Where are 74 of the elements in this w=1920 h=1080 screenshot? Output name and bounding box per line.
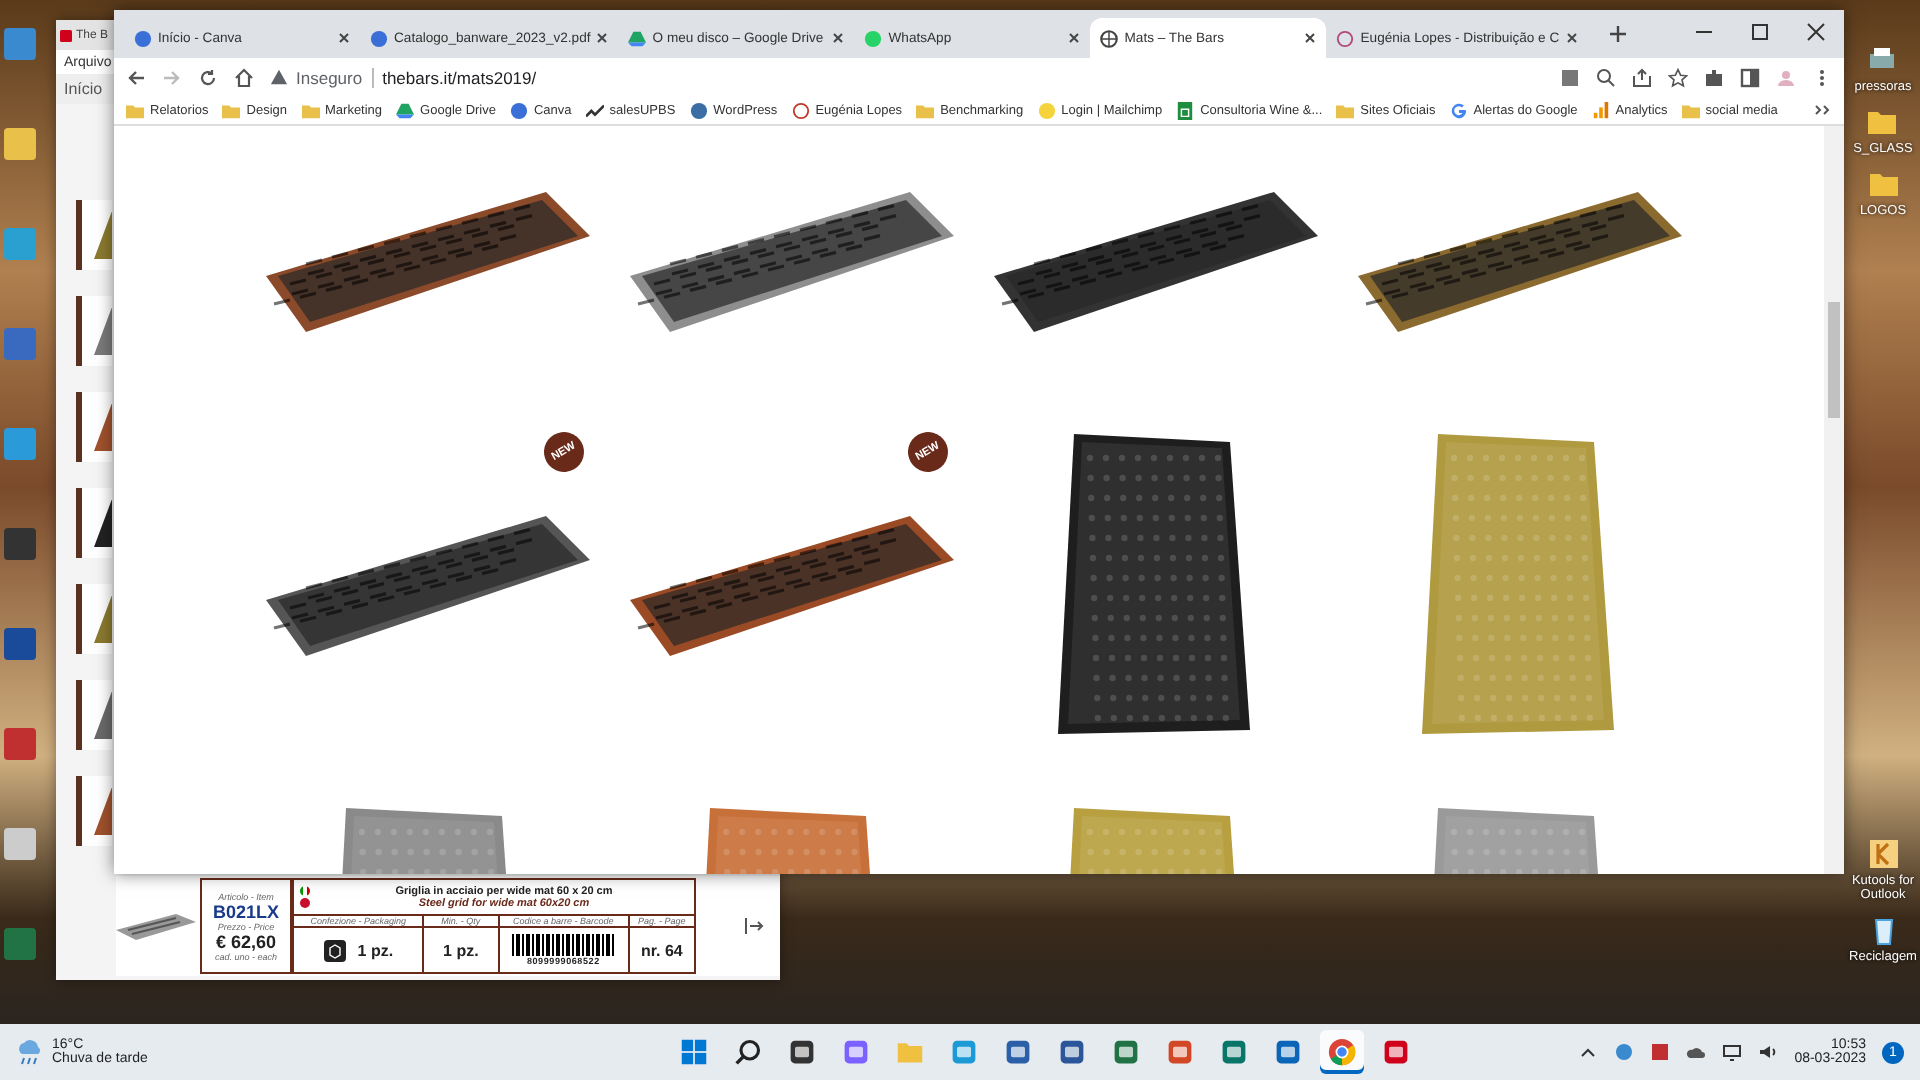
- app-icon[interactable]: [1112, 1038, 1140, 1066]
- speaker-icon[interactable]: [1758, 1042, 1779, 1062]
- tray-app-icon[interactable]: [1650, 1042, 1671, 1062]
- steel-grid-drawing: [116, 910, 196, 942]
- start-icon[interactable]: [680, 1038, 708, 1066]
- address-field[interactable]: thebars.it/mats2019/: [382, 67, 537, 87]
- app-icon[interactable]: [1058, 1038, 1086, 1066]
- circle-logo-icon: [134, 29, 152, 47]
- page-thumbnail[interactable]: [76, 488, 112, 558]
- rain-cloud-icon[interactable]: [16, 1038, 44, 1066]
- close-icon[interactable]: [1068, 32, 1081, 44]
- close-icon[interactable]: [832, 32, 845, 44]
- chevron-icon[interactable]: [1812, 100, 1832, 120]
- page-thumbnail[interactable]: [76, 392, 112, 462]
- side-panel-icon[interactable]: [1740, 67, 1760, 87]
- puzzle-icon[interactable]: [1704, 67, 1724, 87]
- app-icon[interactable]: [1274, 1038, 1302, 1066]
- page-thumbnail[interactable]: [76, 584, 112, 654]
- close-icon[interactable]: [596, 32, 609, 44]
- column-value: 1 pz.: [443, 941, 479, 959]
- triangle-icon: [628, 29, 647, 47]
- sheet-icon: [1176, 101, 1195, 119]
- security-label[interactable]: Inseguro: [296, 67, 375, 87]
- page-thumbnail[interactable]: [76, 680, 112, 750]
- search-icon[interactable]: [734, 1038, 762, 1066]
- back-icon[interactable]: [126, 67, 146, 87]
- column-value: nr. 64: [640, 941, 683, 959]
- triangle-icon: [396, 101, 415, 119]
- close-icon[interactable]: [1565, 32, 1578, 44]
- zoom-icon[interactable]: [1596, 67, 1616, 87]
- home-icon[interactable]: [234, 67, 254, 87]
- close-icon[interactable]: [338, 32, 350, 44]
- close-icon[interactable]: [1304, 32, 1317, 44]
- bar-chart-icon: [1591, 101, 1610, 119]
- folder-icon: [1681, 101, 1700, 119]
- folder-icon: [1336, 101, 1355, 119]
- folder-icon: [916, 101, 935, 119]
- toolbar-tab[interactable]: Início: [56, 76, 111, 102]
- app-icon[interactable]: [1382, 1038, 1410, 1066]
- ring-icon: [791, 101, 810, 119]
- maximize-icon: [1750, 21, 1770, 41]
- monitor-icon[interactable]: [1722, 1042, 1743, 1062]
- item-code: B021LX: [212, 901, 280, 921]
- price-value: € 62,60: [215, 931, 277, 951]
- app-icon[interactable]: [1004, 1038, 1032, 1066]
- tray-app-icon[interactable]: [1614, 1042, 1635, 1062]
- exit-icon[interactable]: [744, 916, 764, 936]
- barcode-drawing: [511, 934, 616, 956]
- circle-logo-icon: [864, 29, 883, 47]
- cloud-icon[interactable]: [1686, 1042, 1707, 1062]
- reload-icon[interactable]: [198, 67, 218, 87]
- document-icon: [60, 29, 72, 41]
- column-value: 1 pz.: [357, 941, 394, 959]
- circle-logo-icon: [370, 29, 388, 47]
- share-icon[interactable]: [1632, 67, 1652, 87]
- warning-icon[interactable]: [270, 68, 288, 86]
- box-icon: [323, 939, 346, 961]
- circle-logo-icon: [689, 101, 708, 119]
- close-icon: [1806, 21, 1826, 41]
- app-icon[interactable]: [1220, 1038, 1248, 1066]
- circle-logo-icon: [509, 101, 528, 119]
- circle-logo-icon: [1037, 101, 1056, 119]
- page-thumbnail[interactable]: [76, 200, 112, 270]
- globe-icon: [1100, 29, 1119, 47]
- page-thumbnail[interactable]: [76, 296, 112, 366]
- ring-icon: [1336, 29, 1355, 47]
- star-icon[interactable]: [1668, 67, 1688, 87]
- g-letter-icon: [1449, 101, 1468, 119]
- chart-icon: [585, 101, 604, 119]
- round-logo-icon[interactable]: [1328, 1038, 1356, 1066]
- scrollbar-thumb[interactable]: [1828, 302, 1840, 418]
- app-icon[interactable]: [788, 1038, 816, 1066]
- plus-icon: [1607, 23, 1628, 43]
- page-thumbnail[interactable]: [76, 776, 112, 846]
